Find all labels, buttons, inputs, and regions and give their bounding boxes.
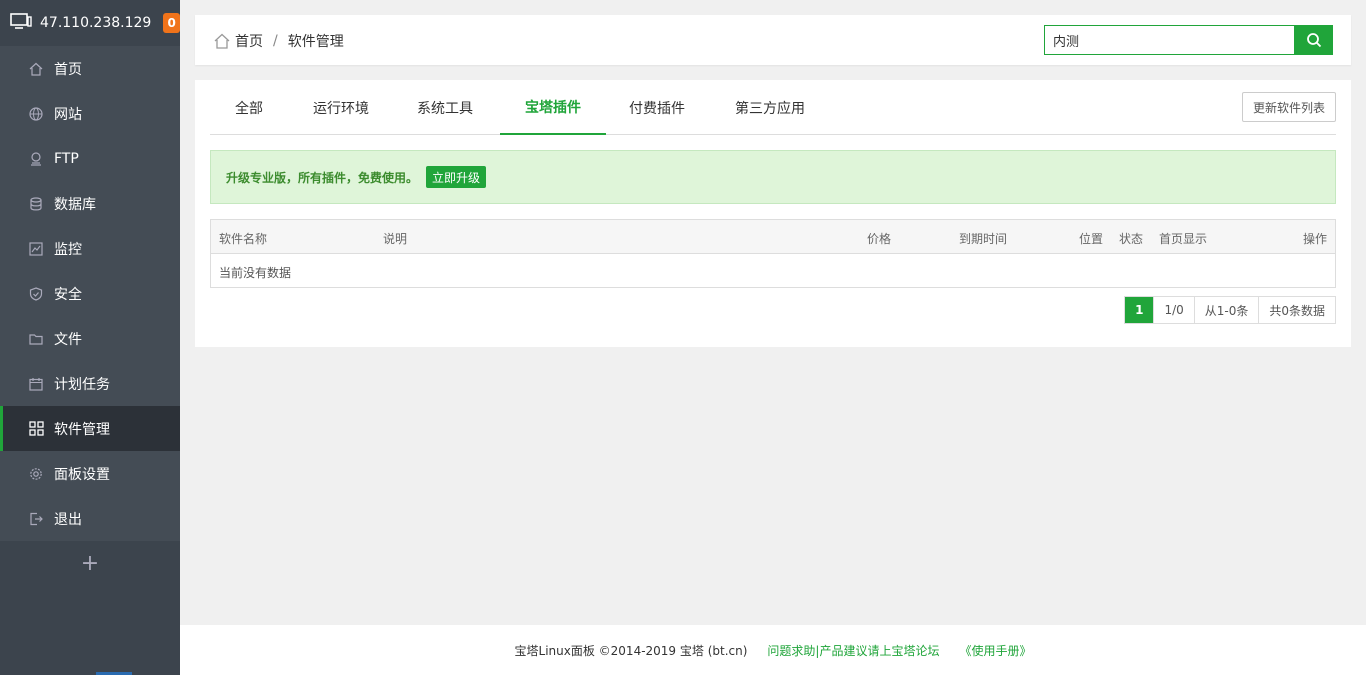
sidebar-item-label: 监控 — [54, 241, 82, 258]
search-button[interactable] — [1294, 25, 1333, 55]
table-row-empty: 当前没有数据 — [211, 254, 1335, 287]
sidebar-item-label: 软件管理 — [54, 421, 110, 438]
column-header-home-display: 首页显示 — [1159, 232, 1208, 246]
table-header: 软件名称 说明 价格 到期时间 位置 状态 首页显示 操作 — [211, 220, 1335, 254]
page-total: 共0条数据 — [1258, 297, 1335, 323]
tab-all[interactable]: 全部 — [210, 80, 288, 135]
folder-icon — [28, 331, 44, 347]
sidebar-menu: 首页 网站 FTP 数据库 监控 安全 文件 计划任务 软件管理 面板设置 退出 — [0, 46, 180, 541]
sidebar-item-label: 文件 — [54, 331, 82, 348]
page-range: 从1-0条 — [1193, 297, 1259, 323]
software-panel: 全部 运行环境 系统工具 宝塔插件 付费插件 第三方应用 更新软件列表 升级专业… — [195, 80, 1351, 347]
tab-runtime[interactable]: 运行环境 — [298, 80, 384, 135]
column-header-expire: 到期时间 — [959, 232, 1008, 246]
home-icon — [28, 61, 44, 77]
page-count: 1/0 — [1153, 297, 1193, 323]
home-icon — [213, 32, 231, 50]
column-header-actions: 操作 — [1302, 232, 1327, 246]
breadcrumb-home[interactable]: 首页 — [235, 31, 263, 51]
sidebar-item-monitor[interactable]: 监控 — [0, 226, 180, 271]
logout-icon — [28, 511, 44, 527]
upgrade-alert-text: 升级专业版，所有插件，免费使用。 — [226, 170, 419, 185]
search-icon — [1306, 32, 1322, 48]
database-icon — [28, 196, 44, 212]
sidebar-item-files[interactable]: 文件 — [0, 316, 180, 361]
sidebar-item-home[interactable]: 首页 — [0, 46, 180, 91]
sidebar-item-label: 数据库 — [54, 196, 96, 213]
sidebar-item-database[interactable]: 数据库 — [0, 181, 180, 226]
tab-bar: 全部 运行环境 系统工具 宝塔插件 付费插件 第三方应用 — [210, 80, 1336, 135]
column-header-status: 状态 — [1119, 232, 1144, 246]
software-table: 软件名称 说明 价格 到期时间 位置 状态 首页显示 操作 当前没有数据 — [210, 219, 1336, 288]
sidebar-item-website[interactable]: 网站 — [0, 91, 180, 136]
chart-icon — [28, 241, 44, 257]
server-header: 47.110.238.129 0 — [0, 0, 180, 46]
pagination: 1 1/0 从1-0条 共0条数据 — [1124, 296, 1336, 324]
top-bar: 首页 / 软件管理 — [195, 15, 1351, 65]
footer: 宝塔Linux面板 ©2014-2019 宝塔 (bt.cn) 问题求助|产品建… — [180, 625, 1366, 675]
shield-icon — [28, 286, 44, 302]
column-header-price: 价格 — [867, 232, 892, 246]
sidebar: 47.110.238.129 0 首页 网站 FTP 数据库 监控 安全 文件 … — [0, 0, 180, 675]
sidebar-item-settings[interactable]: 面板设置 — [0, 451, 180, 496]
search-box — [1044, 25, 1333, 55]
grid-icon — [28, 421, 44, 437]
sidebar-item-label: 退出 — [54, 511, 82, 528]
empty-message: 当前没有数据 — [219, 266, 292, 280]
sidebar-item-label: 安全 — [54, 286, 82, 303]
sidebar-item-ftp[interactable]: FTP — [0, 136, 180, 181]
column-header-location: 位置 — [1079, 232, 1104, 246]
sidebar-item-label: FTP — [54, 150, 79, 167]
tab-third-party[interactable]: 第三方应用 — [720, 80, 820, 135]
message-badge[interactable]: 0 — [163, 13, 180, 33]
footer-copyright: 宝塔Linux面板 ©2014-2019 宝塔 (bt.cn) — [514, 643, 748, 658]
column-header-description: 说明 — [383, 232, 408, 246]
monitor-icon — [10, 12, 32, 34]
tab-bt-plugins[interactable]: 宝塔插件 — [500, 80, 606, 135]
tab-paid-plugins[interactable]: 付费插件 — [614, 80, 700, 135]
globe-icon — [28, 106, 44, 122]
sidebar-item-label: 面板设置 — [54, 466, 110, 483]
calendar-icon — [28, 376, 44, 392]
search-input[interactable] — [1044, 25, 1294, 55]
sidebar-item-tasks[interactable]: 计划任务 — [0, 361, 180, 406]
column-header-name: 软件名称 — [219, 232, 268, 246]
sidebar-item-security[interactable]: 安全 — [0, 271, 180, 316]
footer-manual-link[interactable]: 《使用手册》 — [959, 642, 1031, 659]
tab-system-tools[interactable]: 系统工具 — [402, 80, 488, 135]
ftp-icon — [28, 151, 44, 167]
sidebar-item-label: 网站 — [54, 106, 82, 123]
server-ip: 47.110.238.129 — [40, 15, 152, 31]
sidebar-item-label: 首页 — [54, 61, 82, 78]
breadcrumb: 首页 / 软件管理 — [213, 31, 344, 51]
upgrade-now-button[interactable]: 立即升级 — [426, 166, 487, 188]
page-current[interactable]: 1 — [1125, 297, 1154, 323]
breadcrumb-separator: / — [273, 33, 278, 49]
add-shortcut-button[interactable]: + — [0, 541, 180, 585]
sidebar-item-software[interactable]: 软件管理 — [0, 406, 180, 451]
footer-forum-link[interactable]: 问题求助|产品建议请上宝塔论坛 — [767, 642, 939, 659]
breadcrumb-current: 软件管理 — [287, 34, 344, 50]
refresh-software-list-button[interactable]: 更新软件列表 — [1241, 92, 1336, 122]
upgrade-alert: 升级专业版，所有插件，免费使用。 立即升级 — [210, 150, 1336, 204]
sidebar-item-label: 计划任务 — [54, 376, 110, 393]
sidebar-item-logout[interactable]: 退出 — [0, 496, 180, 541]
gear-icon — [28, 466, 44, 482]
